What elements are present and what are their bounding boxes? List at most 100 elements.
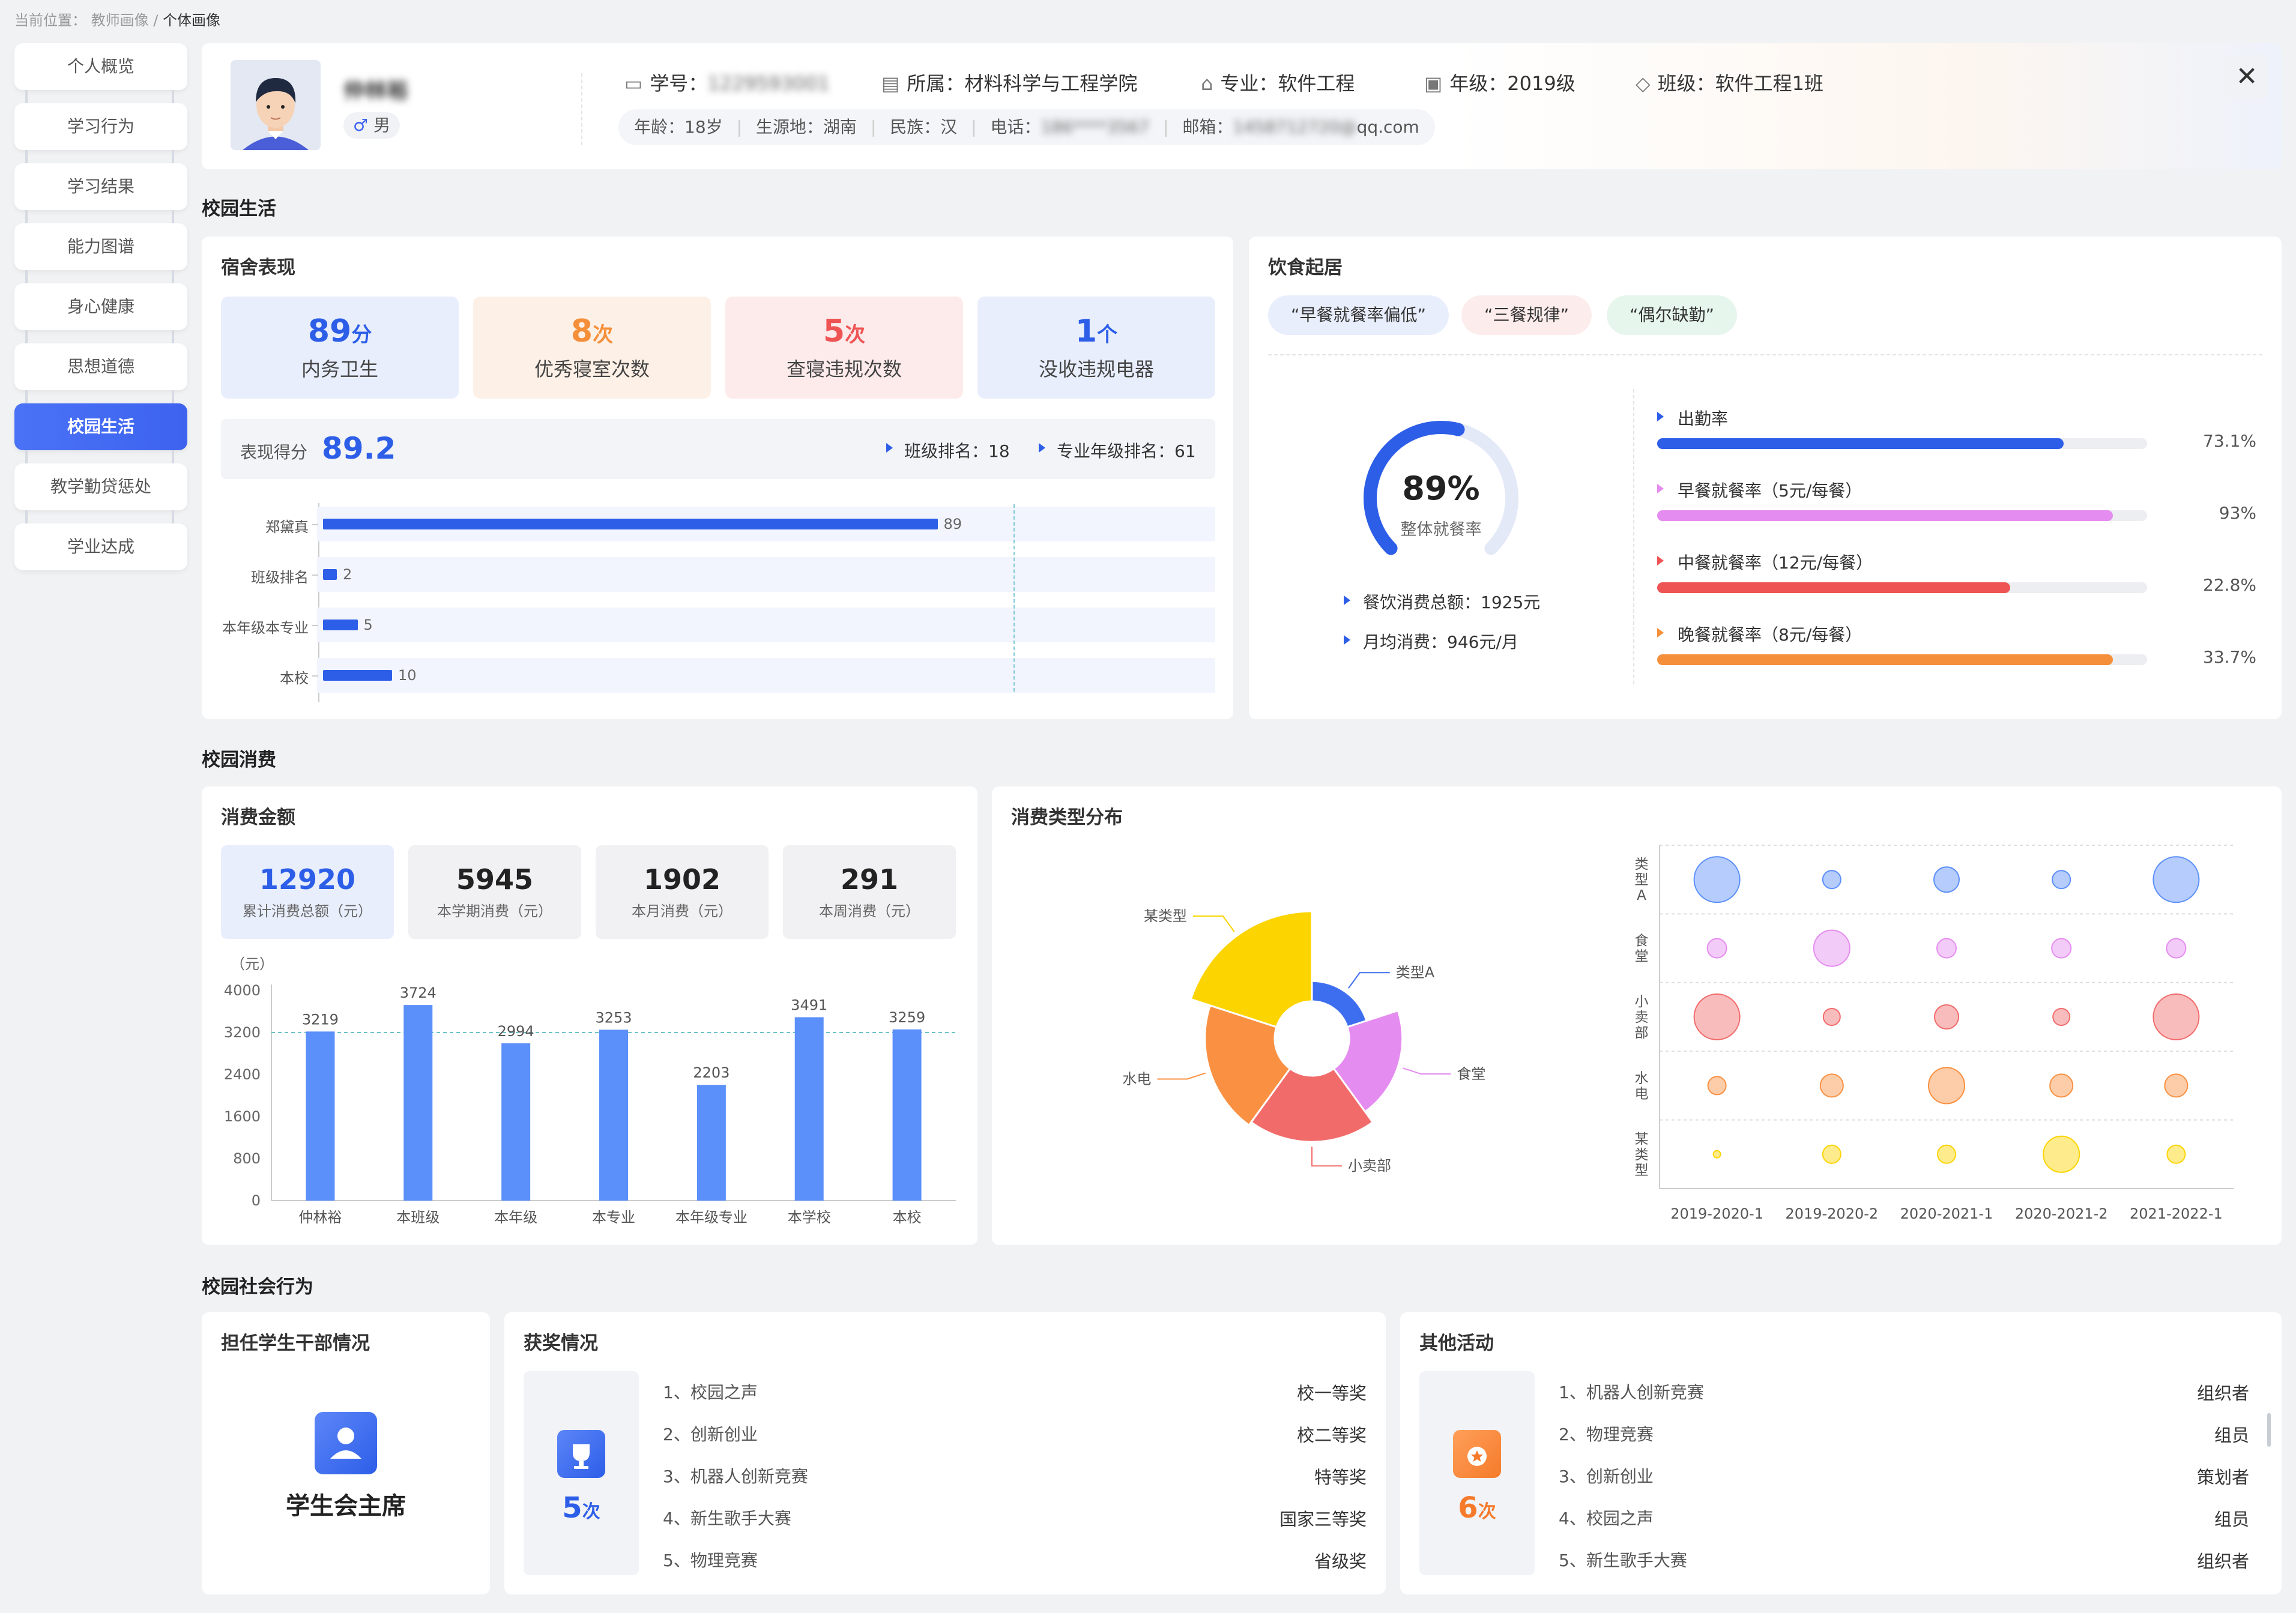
diet-tag: “三餐规律” <box>1461 295 1592 335</box>
bubble <box>2052 1008 2071 1026</box>
slice-label: 食堂 <box>1457 1066 1485 1082</box>
sidebar-item-7[interactable]: 校园生活 <box>14 403 187 450</box>
trophy-icon <box>557 1430 605 1478</box>
bar-label: 本年级本专业 <box>222 620 309 636</box>
bar-data-label: 2203 <box>693 1064 730 1081</box>
stat-unit: 个 <box>1097 323 1118 347</box>
triangle-icon <box>1039 443 1045 453</box>
sidebar-item-3[interactable]: 学习结果 <box>14 163 187 210</box>
breadcrumb: 当前位置： 教师画像 / 个体画像 <box>14 8 220 29</box>
rate-label: 中餐就餐率（12元/每餐） <box>1678 553 1873 573</box>
activities-title: 其他活动 <box>1419 1333 1494 1354</box>
stat-value: 291 <box>840 863 899 896</box>
sidebar-item-2[interactable]: 学习行为 <box>14 103 187 150</box>
type-dist-title: 消费类型分布 <box>1011 807 1123 828</box>
leader-line <box>1311 1147 1342 1167</box>
grade: ▣ 年级：2019级 <box>1424 68 1575 96</box>
email-hidden: 1458712720@ <box>1233 117 1357 137</box>
student-id-value: 1229593001 <box>707 72 830 95</box>
overall-rate-label: 整体就餐率 <box>1400 520 1482 539</box>
list-item-name: 1、机器人创新竞赛 <box>1559 1382 1704 1402</box>
sidebar-connector <box>172 330 174 343</box>
divider <box>1268 354 2262 355</box>
sidebar-connector <box>172 450 174 463</box>
y-tick-label: 食堂 <box>1635 933 1649 965</box>
sidebar-connector <box>25 270 28 283</box>
stat-value: 8次 <box>473 313 711 349</box>
activities-count: 6次 <box>1419 1491 1535 1525</box>
sidebar-item-4[interactable]: 能力图谱 <box>14 223 187 270</box>
list-item-name: 5、新生歌手大赛 <box>1559 1551 1687 1570</box>
y-tick <box>312 675 318 677</box>
sidebar-item-1[interactable]: 个人概览 <box>14 43 187 90</box>
x-tick-label: 本班级 <box>396 1209 440 1226</box>
sidebar-connector <box>172 150 174 163</box>
ethnicity: 民族：汉 <box>890 117 958 137</box>
overall-rate-value: 89% <box>1402 469 1480 507</box>
bar-row-bg <box>317 658 1215 693</box>
stat-number: 1 <box>1075 313 1098 349</box>
slice-label: 水电 <box>1122 1070 1151 1087</box>
y-axis-unit: （元） <box>231 956 274 972</box>
bubble <box>1822 1144 1841 1164</box>
awards-count: 5次 <box>524 1491 639 1525</box>
bar-data-label: 3491 <box>791 997 827 1014</box>
calendar-icon: ▣ <box>1424 72 1443 95</box>
y-tick <box>312 625 318 626</box>
bubble <box>1934 1004 1959 1030</box>
bar-label: 班级排名 <box>251 569 309 586</box>
sidebar-item-5[interactable]: 身心健康 <box>14 283 187 330</box>
bubble <box>2051 938 2072 959</box>
triangle-icon <box>1657 484 1664 493</box>
rate-value: 33.7% <box>2203 647 2256 667</box>
slice-label: 类型A <box>1396 964 1435 981</box>
sidebar-item-9[interactable]: 学业达成 <box>14 523 187 570</box>
dept-value: 材料科学与工程学院 <box>964 72 1138 95</box>
x-tick-label: 2019-2020-2 <box>1785 1205 1878 1222</box>
bubble <box>1928 1067 1965 1105</box>
profile-card: 仲林裕 ♂ 男 ▭ 学号：1229593001 ▤ 所属：材料科学与工程学院 ⌂ 专业… <box>202 43 2282 169</box>
diet-tag: “早餐就餐率偏低” <box>1268 295 1449 335</box>
x-tick-label: 2020-2021-1 <box>1900 1205 1993 1222</box>
consumption-bar-chart: （元） 0 800 1600 2400 3200 4000 3219 仲林裕 3724 本班级 299… <box>224 956 956 1226</box>
dorm-stat-card: 5次查寝违规次数 <box>725 297 963 399</box>
triangle-icon <box>1344 635 1350 645</box>
y-tick <box>312 574 318 576</box>
list-item-value: 策划者 <box>2196 1467 2249 1488</box>
grade-value: 2019级 <box>1507 72 1575 95</box>
bubble <box>2152 993 2200 1040</box>
sidebar-item-8[interactable]: 教学勤贷惩处 <box>14 463 187 510</box>
bubble <box>1822 870 1841 890</box>
stat-label: 查寝违规次数 <box>786 358 902 381</box>
y-tick-label: 某类型 <box>1635 1132 1649 1178</box>
list-item-value: 组员 <box>2214 1509 2249 1530</box>
awards-count-unit: 次 <box>582 1501 600 1522</box>
stat-unit: 次 <box>845 323 866 347</box>
list-item-name: 2、创新创业 <box>663 1425 758 1444</box>
x-tick-label: 2021-2022-1 <box>2130 1205 2223 1222</box>
leader-line <box>1192 915 1235 932</box>
class-rank: 班级排名：18 <box>904 441 1010 461</box>
awards-summary: 5次 <box>524 1371 639 1575</box>
stat-label: 没收违规电器 <box>1038 358 1154 381</box>
stat-number: 5 <box>823 313 845 349</box>
triangle-icon <box>1657 412 1664 421</box>
bubble <box>1712 1150 1721 1159</box>
divider <box>581 73 582 145</box>
scrollbar[interactable] <box>2267 1413 2271 1447</box>
leader-line <box>1348 972 1390 989</box>
consumption-bubble-chart: 类型 A 食堂小卖部水电某类型 2019-2020-1 2019-2020-2 2020-… <box>1635 845 2234 1222</box>
gender-badge: ♂ 男 <box>343 112 400 139</box>
breadcrumb-parent[interactable]: 教师画像 <box>91 12 149 29</box>
department: ▤ 所属：材料科学与工程学院 <box>881 68 1137 96</box>
y-tick <box>312 524 318 525</box>
bar-data-label: 3724 <box>400 984 437 1001</box>
close-button[interactable]: ✕ <box>2225 55 2268 98</box>
sidebar-connector <box>172 390 174 403</box>
dorm-stat-card: 1个没收违规电器 <box>977 297 1215 399</box>
sidebar-item-6[interactable]: 思想道德 <box>14 343 187 390</box>
stat-label: 本月消费（元） <box>632 903 733 920</box>
bar-value: 5 <box>363 617 373 633</box>
divider <box>1633 389 1634 684</box>
male-icon: ♂ <box>353 115 369 135</box>
